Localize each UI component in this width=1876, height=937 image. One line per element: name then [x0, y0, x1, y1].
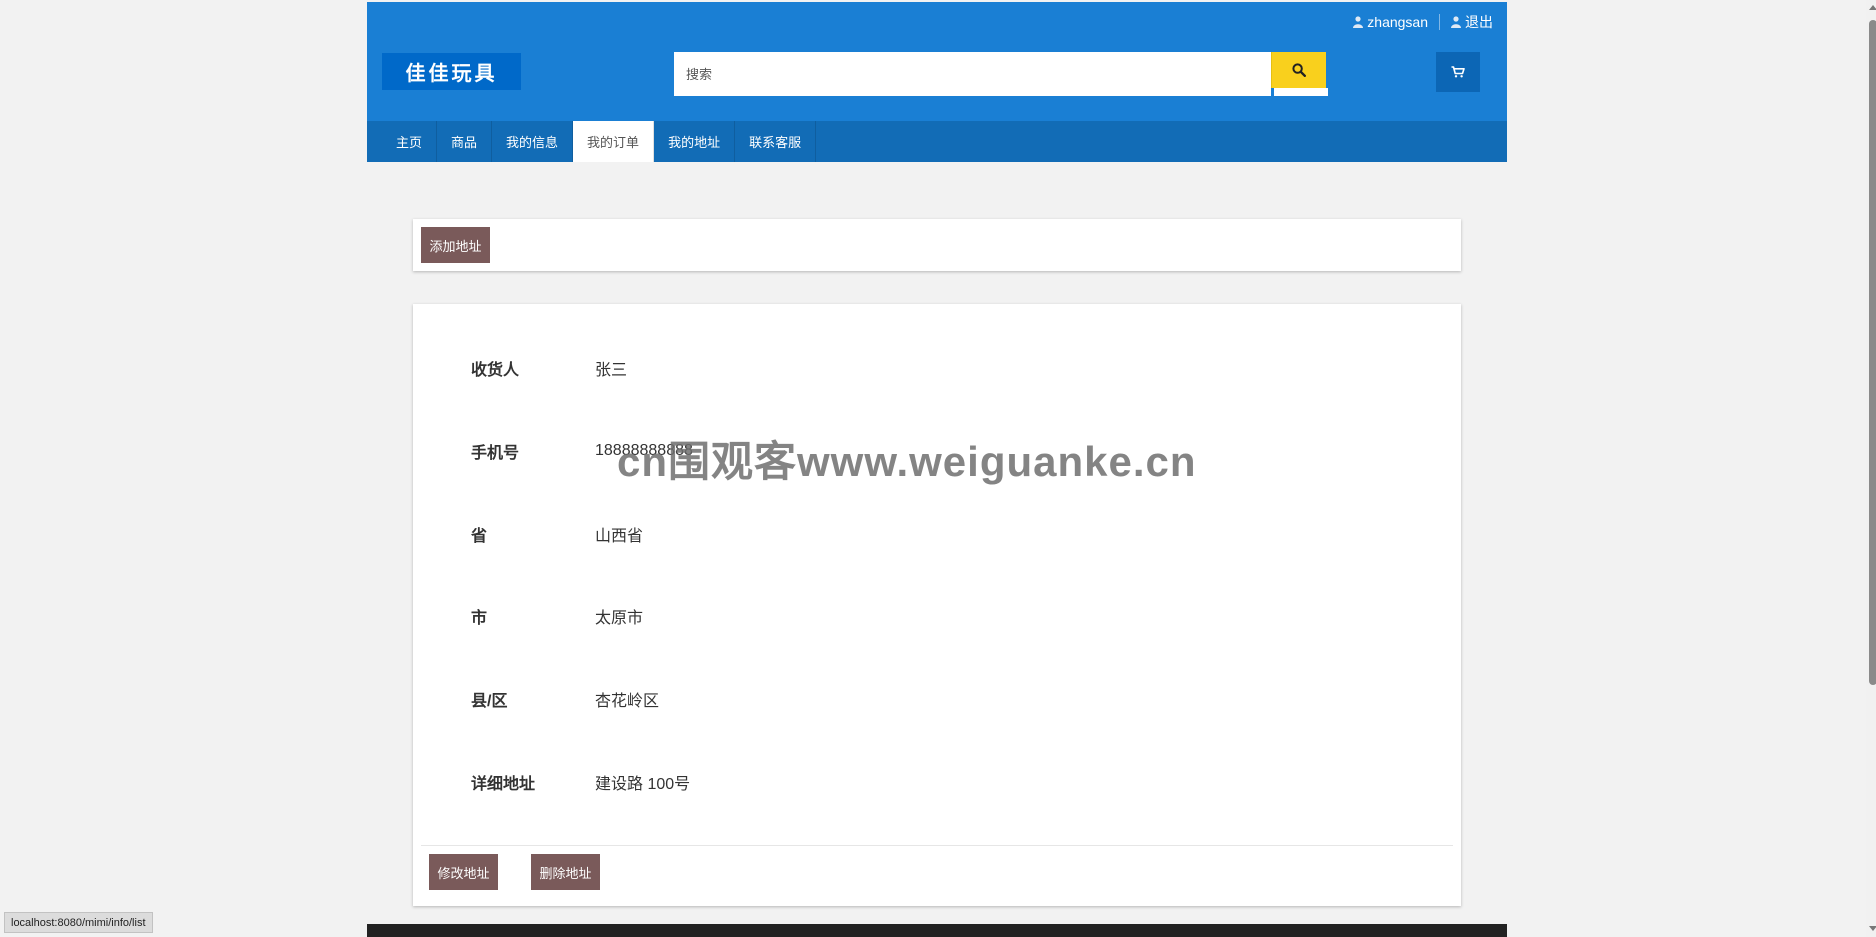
field-label: 市	[471, 610, 488, 627]
footer-bar	[367, 924, 1507, 937]
cart-icon	[1451, 66, 1465, 78]
logout-link[interactable]: 退出	[1451, 12, 1493, 32]
search-bar-edge	[1274, 88, 1328, 96]
address-row-province: 省 山西省	[471, 522, 643, 546]
address-row-district: 县/区 杏花岭区	[471, 687, 659, 711]
card-divider	[421, 845, 1453, 846]
field-label: 县/区	[471, 693, 508, 710]
field-value: 山西省	[595, 528, 644, 545]
address-row-city: 市 太原市	[471, 604, 643, 628]
field-value: 建设路 100号	[595, 776, 691, 793]
field-label: 收货人	[471, 362, 520, 379]
username-link[interactable]: zhangsan	[1353, 14, 1428, 30]
address-card: 收货人 张三 手机号 18888888888 省 山西省 市 太原市 县/区 杏…	[413, 304, 1461, 906]
cart-button[interactable]	[1436, 52, 1480, 92]
site-header: zhangsan 退出 佳佳玩具 搜索 主页 商品 我的信息 我的订单 我的地址…	[367, 2, 1507, 162]
user-bar-divider	[1439, 14, 1440, 30]
nav-item-home[interactable]: 主页	[382, 121, 438, 162]
scroll-thumb[interactable]	[1869, 20, 1876, 685]
address-row-detail: 详细地址 建设路 100号	[471, 770, 690, 794]
scrollbar[interactable]	[1866, 0, 1876, 937]
nav-item-my-info[interactable]: 我的信息	[492, 121, 574, 162]
search-input[interactable]	[674, 52, 1271, 96]
field-value: 张三	[595, 362, 628, 379]
field-label: 详细地址	[471, 776, 536, 793]
status-bar-url: localhost:8080/mimi/info/list	[4, 912, 153, 933]
address-toolbar: 添加地址	[413, 219, 1461, 271]
address-row-phone: 手机号 18888888888	[471, 439, 693, 463]
search-button[interactable]	[1271, 52, 1326, 88]
site-logo[interactable]: 佳佳玩具	[382, 53, 521, 90]
add-address-button[interactable]: 添加地址	[421, 227, 490, 263]
scroll-up-arrow-icon[interactable]	[1869, 5, 1876, 10]
nav-item-products[interactable]: 商品	[437, 121, 493, 162]
username-text: zhangsan	[1367, 14, 1428, 30]
logout-text: 退出	[1465, 14, 1493, 30]
field-label: 省	[471, 528, 488, 545]
scroll-down-arrow-icon[interactable]	[1869, 926, 1876, 931]
user-bar: zhangsan 退出	[1353, 12, 1493, 32]
delete-address-button[interactable]: 删除地址	[531, 854, 600, 890]
user-icon	[1353, 16, 1364, 28]
main-nav: 主页 商品 我的信息 我的订单 我的地址 联系客服	[367, 121, 1507, 162]
search-bar	[674, 52, 1326, 96]
field-value: 18888888888	[595, 442, 693, 459]
search-icon	[1292, 63, 1306, 77]
page: zhangsan 退出 佳佳玩具 搜索 主页 商品 我的信息 我的订单 我的地址…	[0, 0, 1876, 937]
address-row-recipient: 收货人 张三	[471, 356, 627, 380]
field-value: 太原市	[595, 610, 644, 627]
user-icon	[1451, 16, 1461, 28]
nav-item-my-orders[interactable]: 我的订单	[573, 121, 655, 162]
nav-item-customer-service[interactable]: 联系客服	[735, 121, 817, 162]
edit-address-button[interactable]: 修改地址	[429, 854, 498, 890]
nav-item-my-address[interactable]: 我的地址	[654, 121, 736, 162]
field-label: 手机号	[471, 445, 520, 462]
field-value: 杏花岭区	[595, 693, 660, 710]
